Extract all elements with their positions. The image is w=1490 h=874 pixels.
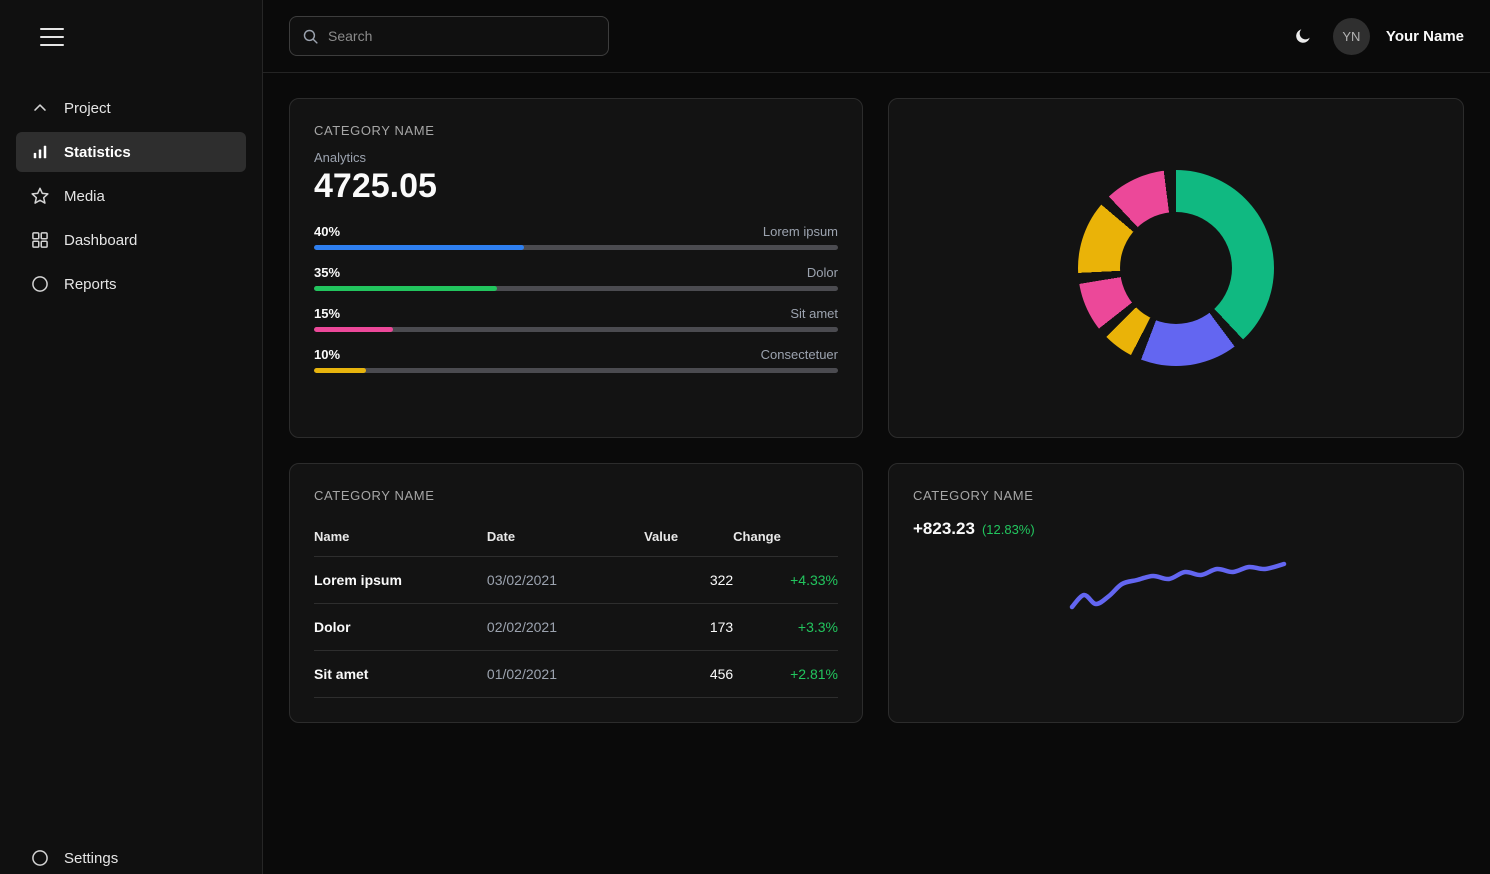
avatar[interactable]: YN [1333, 18, 1370, 55]
sidebar-item-statistics[interactable]: Statistics [16, 132, 246, 172]
trend-change: (12.83%) [982, 522, 1035, 537]
sidebar-item-label: Media [64, 188, 105, 205]
sidebar-item-label: Settings [64, 850, 118, 867]
sidebar-item-label: Project [64, 100, 111, 117]
donut-chart [1078, 170, 1274, 366]
bar-label: Sit amet [790, 306, 838, 321]
progress-track [314, 368, 838, 373]
cell-name: Sit amet [314, 651, 487, 698]
card-category-label: CATEGORY NAME [314, 488, 838, 503]
sidebar-item-label: Dashboard [64, 232, 137, 249]
sparkline-chart [913, 551, 1441, 671]
topbar: YN Your Name [263, 0, 1490, 73]
progress-fill [314, 368, 366, 373]
search-icon [302, 28, 319, 45]
progress-bar-row: 40% Lorem ipsum [314, 224, 838, 250]
card-category-label: CATEGORY NAME [913, 488, 1439, 503]
cell-value: 173 [644, 604, 733, 651]
sidebar: Project Statistics Media [0, 0, 263, 874]
stats-card: CATEGORY NAME Analytics 4725.05 40% Lore… [289, 98, 863, 438]
bar-label: Dolor [807, 265, 838, 280]
content-grid: CATEGORY NAME Analytics 4725.05 40% Lore… [263, 73, 1490, 748]
cell-change: +4.33% [733, 557, 838, 604]
cell-value: 456 [644, 651, 733, 698]
bar-percent: 40% [314, 224, 340, 239]
main-area: YN Your Name CATEGORY NAME Analytics 472… [263, 0, 1490, 874]
progress-bar-row: 35% Dolor [314, 265, 838, 291]
sidebar-item-reports[interactable]: Reports [16, 264, 246, 304]
trend-card: CATEGORY NAME +823.23 (12.83%) [888, 463, 1464, 723]
sidebar-item-project[interactable]: Project [16, 88, 246, 128]
progress-fill [314, 286, 497, 291]
progress-track [314, 327, 838, 332]
stats-subtitle: Analytics [314, 150, 838, 165]
progress-track [314, 245, 838, 250]
sidebar-item-label: Reports [64, 276, 117, 293]
grid-icon [30, 230, 50, 250]
progress-track [314, 286, 838, 291]
progress-bar-row: 10% Consectetuer [314, 347, 838, 373]
progress-bar-list: 40% Lorem ipsum 35% Dolor [314, 224, 838, 373]
sidebar-nav: Project Statistics Media [0, 86, 262, 306]
cell-date: 03/02/2021 [487, 557, 644, 604]
sidebar-item-label: Statistics [64, 144, 131, 161]
sidebar-item-settings[interactable]: Settings [16, 838, 246, 874]
table-row: Lorem ipsum 03/02/2021 322 +4.33% [314, 557, 838, 604]
bar-label: Lorem ipsum [763, 224, 838, 239]
column-header: Name [314, 521, 487, 557]
app-root: Project Statistics Media [0, 0, 1490, 874]
bar-chart-icon [30, 142, 50, 162]
progress-bar-row: 15% Sit amet [314, 306, 838, 332]
sidebar-footer: Settings [0, 836, 262, 874]
bar-percent: 10% [314, 347, 340, 362]
cell-change: +3.3% [733, 604, 838, 651]
column-header: Value [644, 521, 733, 557]
donut-hole [1120, 212, 1232, 324]
table-row: Dolor 02/02/2021 173 +3.3% [314, 604, 838, 651]
table-row: Sit amet 01/02/2021 456 +2.81% [314, 651, 838, 698]
bar-percent: 15% [314, 306, 340, 321]
donut-card [888, 98, 1464, 438]
progress-fill [314, 245, 524, 250]
dark-mode-toggle[interactable] [1289, 22, 1317, 50]
cell-date: 01/02/2021 [487, 651, 644, 698]
sidebar-item-media[interactable]: Media [16, 176, 246, 216]
hamburger-menu-icon[interactable] [40, 28, 64, 46]
cell-value: 322 [644, 557, 733, 604]
bar-label: Consectetuer [761, 347, 838, 362]
trend-value-row: +823.23 (12.83%) [913, 519, 1439, 539]
moon-icon [1293, 27, 1312, 46]
table-card: CATEGORY NAME Name Date Value Change Lor… [289, 463, 863, 723]
cell-name: Dolor [314, 604, 487, 651]
cell-change: +2.81% [733, 651, 838, 698]
topbar-right: YN Your Name [1289, 18, 1464, 55]
column-header: Change [733, 521, 838, 557]
cell-name: Lorem ipsum [314, 557, 487, 604]
search-box[interactable] [289, 16, 609, 56]
column-header: Date [487, 521, 644, 557]
star-icon [30, 186, 50, 206]
cell-date: 02/02/2021 [487, 604, 644, 651]
circle-icon [30, 848, 50, 868]
card-category-label: CATEGORY NAME [314, 123, 838, 138]
search-input[interactable] [328, 28, 596, 44]
data-table: Name Date Value Change Lorem ipsum 03/02… [314, 521, 838, 698]
stats-big-number: 4725.05 [314, 167, 838, 206]
circle-icon [30, 274, 50, 294]
user-name: Your Name [1386, 28, 1464, 45]
progress-fill [314, 327, 393, 332]
trend-value: +823.23 [913, 519, 975, 539]
bar-percent: 35% [314, 265, 340, 280]
chevron-up-icon [30, 98, 50, 118]
sidebar-item-dashboard[interactable]: Dashboard [16, 220, 246, 260]
table-header-row: Name Date Value Change [314, 521, 838, 557]
